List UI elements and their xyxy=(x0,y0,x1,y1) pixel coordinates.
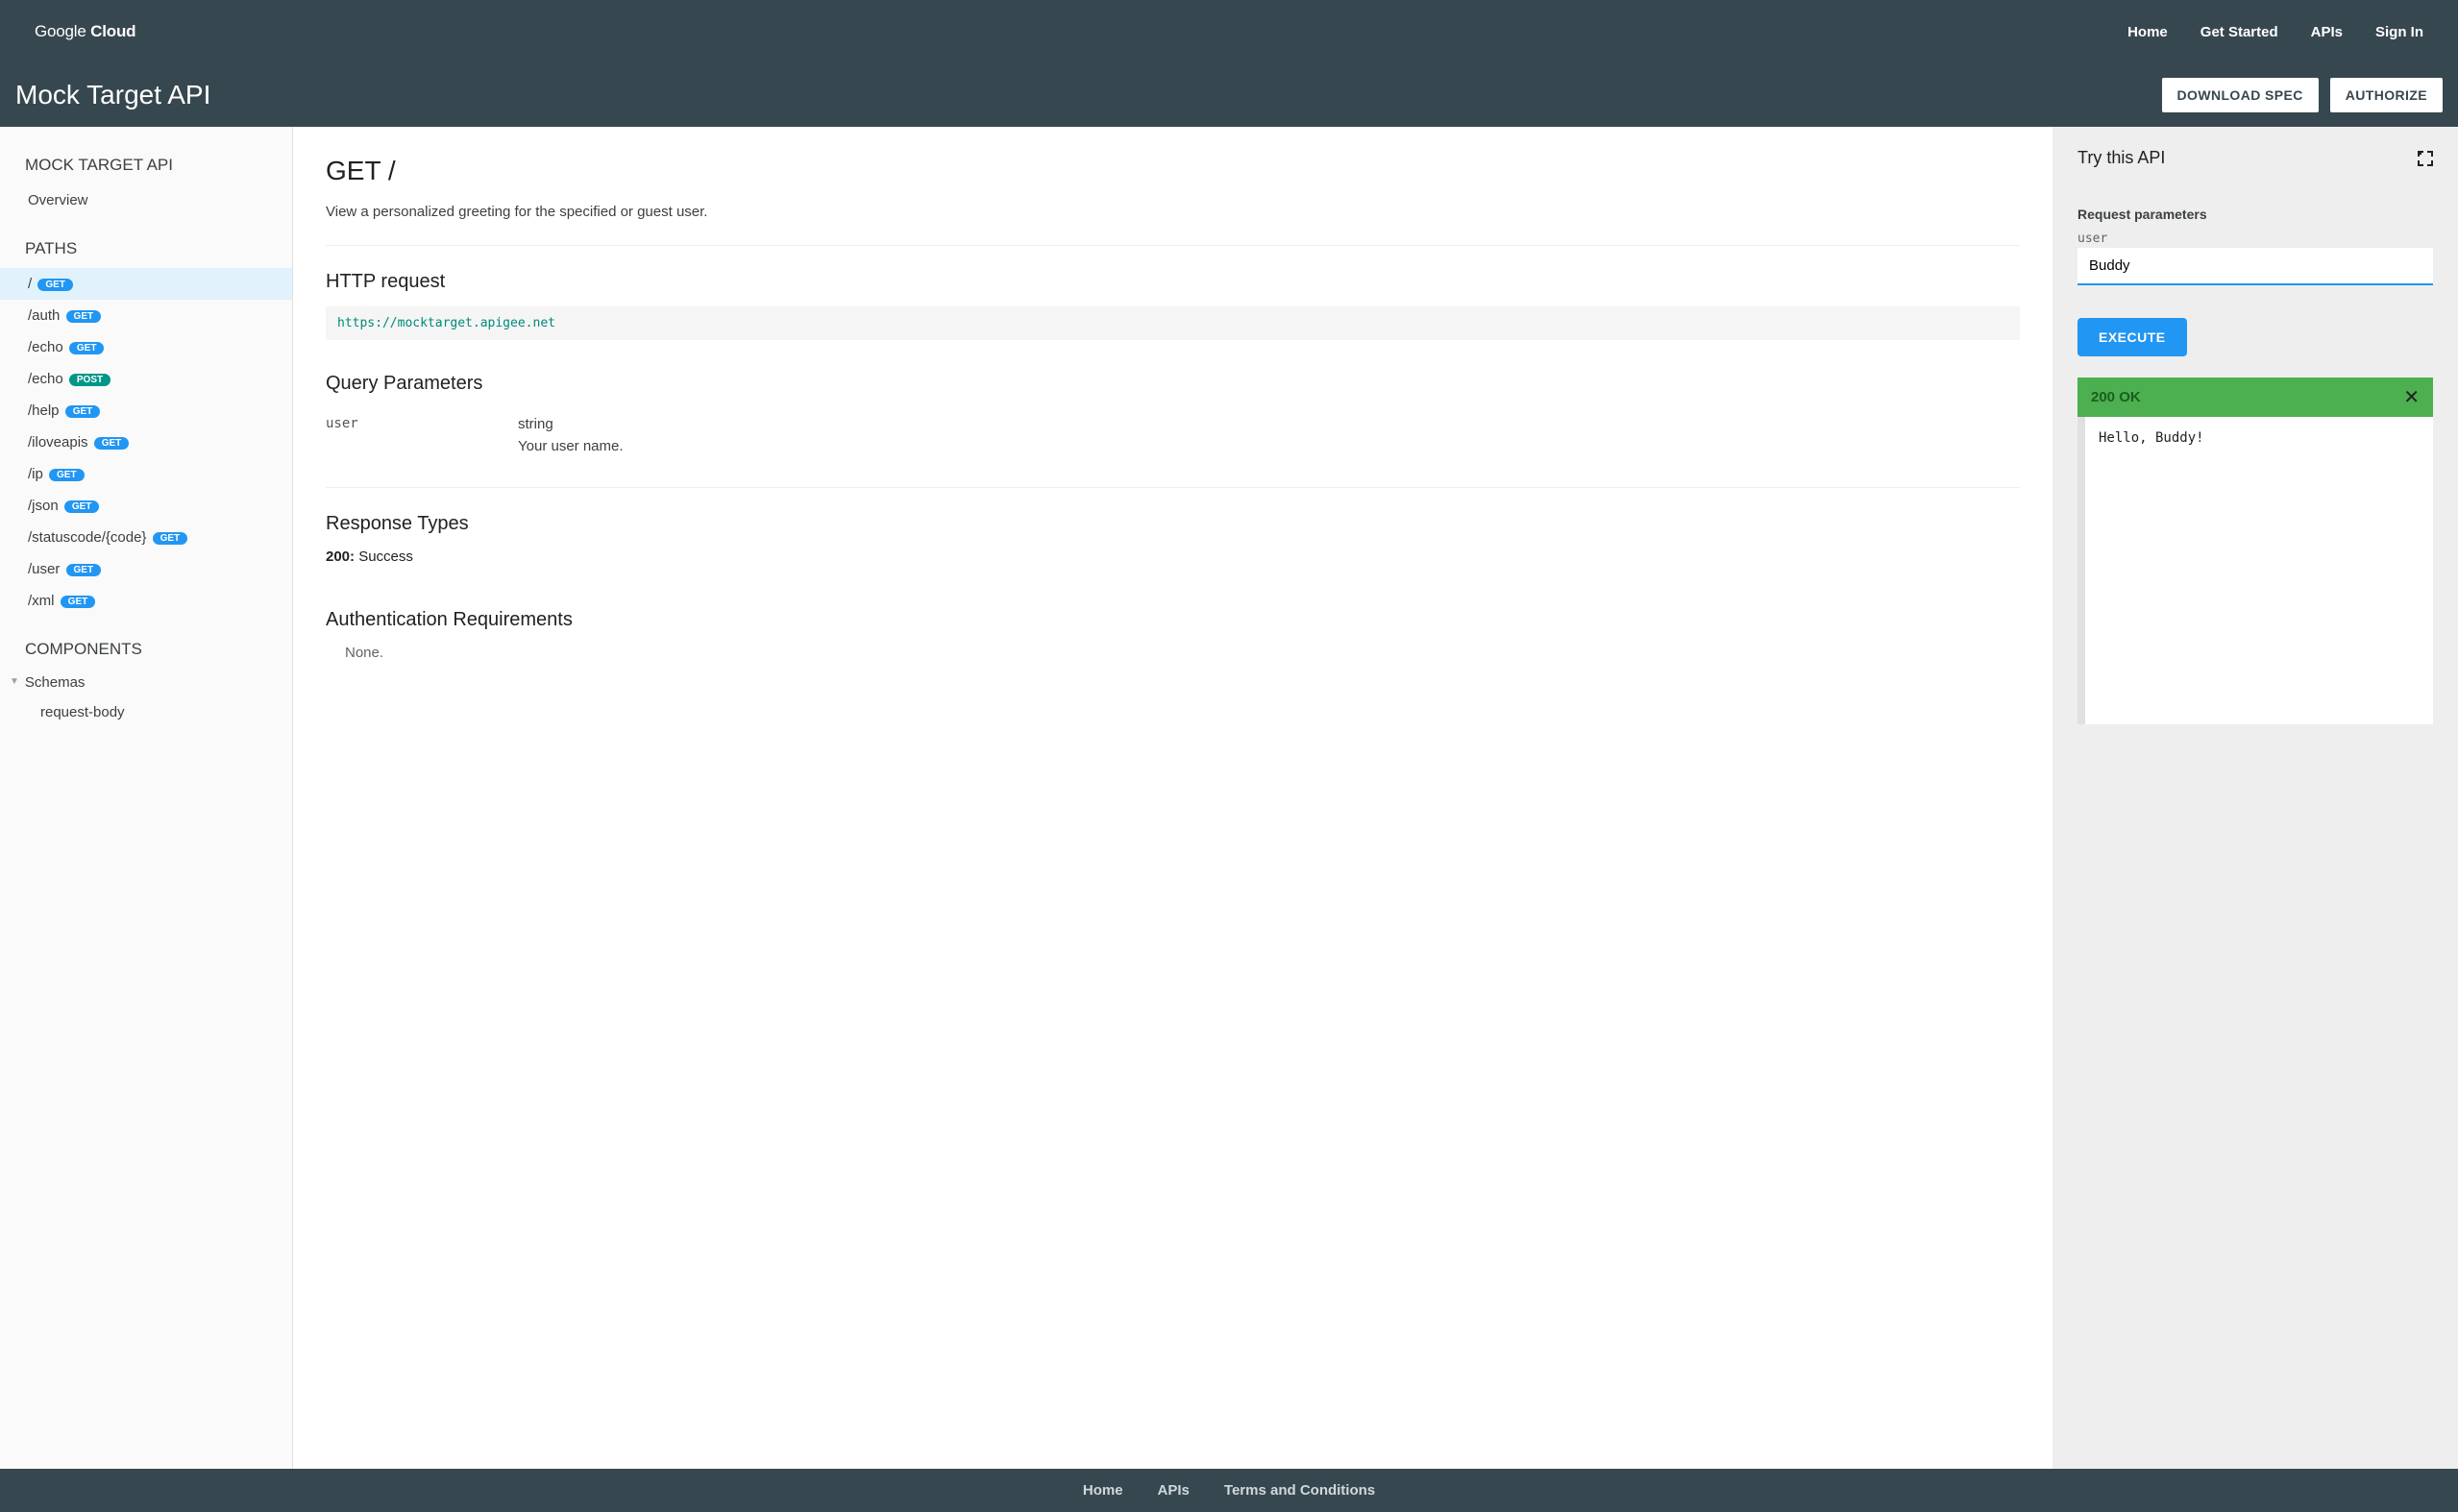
nav-get-started[interactable]: Get Started xyxy=(2200,24,2278,40)
query-params-heading: Query Parameters xyxy=(326,373,2020,395)
caret-down-icon: ▼ xyxy=(10,676,19,687)
logo-text-1: Google xyxy=(35,22,90,40)
sidebar-path-label: /auth xyxy=(28,307,60,324)
top-nav: Google Cloud Home Get Started APIs Sign … xyxy=(0,0,2458,63)
method-badge-post: POST xyxy=(69,374,111,386)
user-input[interactable] xyxy=(2077,248,2433,285)
sidebar-schemas-label: Schemas xyxy=(25,674,86,691)
divider xyxy=(326,245,2020,246)
try-api-header: Try this API xyxy=(2077,148,2433,168)
response-line: 200: Success xyxy=(326,549,2020,565)
sidebar-path-ip[interactable]: /ip GET xyxy=(0,458,292,490)
auth-none: None. xyxy=(326,645,2020,661)
sidebar-path-label: /iloveapis xyxy=(28,434,88,451)
close-icon[interactable]: ✕ xyxy=(2403,385,2420,409)
try-api-title: Try this API xyxy=(2077,148,2165,168)
page-title: Mock Target API xyxy=(15,80,210,110)
nav-home[interactable]: Home xyxy=(2127,24,2168,40)
divider xyxy=(326,487,2020,488)
footer-apis[interactable]: APIs xyxy=(1158,1482,1190,1499)
method-badge-get: GET xyxy=(49,469,85,481)
nav-links: Home Get Started APIs Sign In xyxy=(2127,24,2423,40)
user-field-label: user xyxy=(2077,232,2433,246)
sidebar-api-title: MOCK TARGET API xyxy=(0,148,292,184)
main-area: MOCK TARGET API Overview PATHS / GET /au… xyxy=(0,127,2458,1469)
sidebar-path-label: /user xyxy=(28,561,60,577)
request-params-label: Request parameters xyxy=(2077,207,2433,222)
response-text: Success xyxy=(355,549,413,565)
method-badge-get: GET xyxy=(64,500,100,513)
param-row: user string Your user name. xyxy=(326,408,2020,462)
http-request-url: https://mocktarget.apigee.net xyxy=(326,306,2020,340)
http-request-heading: HTTP request xyxy=(326,271,2020,293)
param-name: user xyxy=(326,416,518,454)
header-actions: DOWNLOAD SPEC AUTHORIZE xyxy=(2162,78,2443,112)
response-types-heading: Response Types xyxy=(326,513,2020,535)
sidebar-path-xml[interactable]: /xml GET xyxy=(0,585,292,617)
sidebar-path-label: /echo xyxy=(28,371,63,387)
response-code: 200: xyxy=(326,549,355,565)
sidebar-components-title: COMPONENTS xyxy=(0,632,292,669)
method-badge-get: GET xyxy=(69,342,105,354)
try-api-panel: Try this API Request parameters user EXE… xyxy=(2052,127,2458,1469)
footer-home[interactable]: Home xyxy=(1083,1482,1123,1499)
sidebar-path-statuscode[interactable]: /statuscode/{code} GET xyxy=(0,522,292,553)
method-badge-get: GET xyxy=(66,310,102,323)
param-type: string xyxy=(518,416,2020,432)
method-badge-get: GET xyxy=(66,564,102,576)
method-badge-get: GET xyxy=(61,596,96,608)
response-body: Hello, Buddy! xyxy=(2077,417,2433,724)
footer: Home APIs Terms and Conditions xyxy=(0,1469,2458,1512)
sidebar-path-help[interactable]: /help GET xyxy=(0,395,292,427)
sidebar-paths-title: PATHS xyxy=(0,232,292,268)
execute-button[interactable]: EXECUTE xyxy=(2077,318,2187,356)
footer-terms[interactable]: Terms and Conditions xyxy=(1224,1482,1375,1499)
sidebar-path-label: /help xyxy=(28,402,60,419)
auth-heading: Authentication Requirements xyxy=(326,609,2020,631)
sidebar-path-root[interactable]: / GET xyxy=(0,268,292,300)
endpoint-description: View a personalized greeting for the spe… xyxy=(326,204,2020,220)
sidebar-path-json[interactable]: /json GET xyxy=(0,490,292,522)
logo: Google Cloud xyxy=(35,22,135,41)
sidebar-overview[interactable]: Overview xyxy=(0,184,292,216)
sidebar-path-echo-post[interactable]: /echo POST xyxy=(0,363,292,395)
sidebar-path-iloveapis[interactable]: /iloveapis GET xyxy=(0,427,292,458)
response-status-bar: 200 OK ✕ xyxy=(2077,378,2433,417)
method-badge-get: GET xyxy=(65,405,101,418)
content-panel: GET / View a personalized greeting for t… xyxy=(293,127,2052,1469)
sub-header: Mock Target API DOWNLOAD SPEC AUTHORIZE xyxy=(0,63,2458,127)
param-desc: Your user name. xyxy=(518,438,2020,454)
sidebar-path-user[interactable]: /user GET xyxy=(0,553,292,585)
method-badge-get: GET xyxy=(153,532,188,545)
sidebar-path-label: /ip xyxy=(28,466,43,482)
authorize-button[interactable]: AUTHORIZE xyxy=(2330,78,2443,112)
sidebar-path-echo-get[interactable]: /echo GET xyxy=(0,331,292,363)
nav-apis[interactable]: APIs xyxy=(2311,24,2343,40)
expand-icon[interactable] xyxy=(2418,151,2433,166)
sidebar-path-label: /xml xyxy=(28,593,55,609)
sidebar: MOCK TARGET API Overview PATHS / GET /au… xyxy=(0,127,293,1469)
sidebar-path-auth[interactable]: /auth GET xyxy=(0,300,292,331)
sidebar-path-label: /echo xyxy=(28,339,63,355)
param-body: string Your user name. xyxy=(518,416,2020,454)
download-spec-button[interactable]: DOWNLOAD SPEC xyxy=(2162,78,2319,112)
sidebar-schemas-row[interactable]: ▼ Schemas xyxy=(0,669,292,696)
sidebar-path-label: / xyxy=(28,276,32,292)
sidebar-path-label: /statuscode/{code} xyxy=(28,529,146,546)
sidebar-path-label: /json xyxy=(28,498,59,514)
response-status: 200 OK xyxy=(2091,389,2141,405)
sidebar-schema-request-body[interactable]: request-body xyxy=(0,696,292,728)
endpoint-title: GET / xyxy=(326,156,2020,186)
method-badge-get: GET xyxy=(37,279,73,291)
logo-text-2: Cloud xyxy=(90,22,135,40)
method-badge-get: GET xyxy=(94,437,130,450)
nav-sign-in[interactable]: Sign In xyxy=(2375,24,2423,40)
